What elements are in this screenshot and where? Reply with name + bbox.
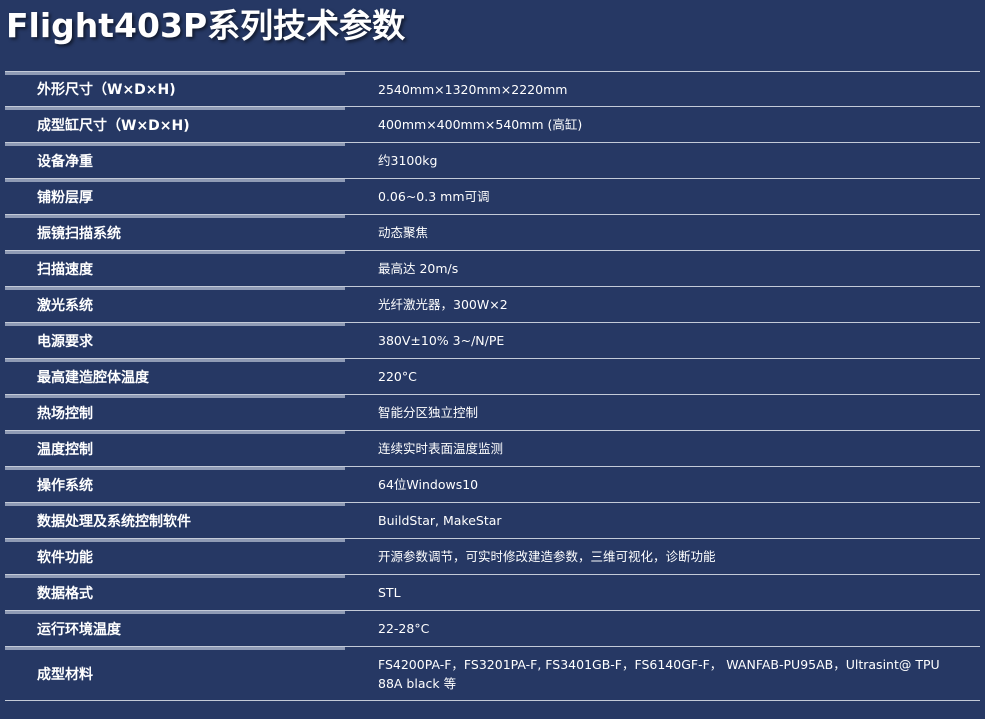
spec-value: 64位Windows10 (378, 477, 479, 492)
spec-label: 成型缸尺寸（W×D×H) (37, 117, 190, 134)
spec-row: 成型材料 FS4200PA-F，FS3201PA-F, FS3401GB-F，F… (5, 647, 980, 701)
page-title: Flight403P系列技术参数 (6, 6, 406, 45)
spec-row: 成型缸尺寸（W×D×H) 400mm×400mm×540mm (高缸) (5, 107, 980, 143)
spec-row: 激光系统 光纤激光器，300W×2 (5, 287, 980, 323)
spec-value: 400mm×400mm×540mm (高缸) (378, 117, 583, 132)
spec-value: FS4200PA-F，FS3201PA-F, FS3401GB-F，FS6140… (378, 656, 940, 691)
spec-value: 22-28°C (378, 621, 430, 636)
spec-value: 动态聚焦 (378, 225, 429, 240)
spec-label: 最高建造腔体温度 (37, 369, 149, 386)
spec-row: 扫描速度 最高达 20m/s (5, 251, 980, 287)
spec-label: 设备净重 (37, 153, 93, 170)
spec-row: 最高建造腔体温度 220°C (5, 359, 980, 395)
spec-value: 光纤激光器，300W×2 (378, 297, 508, 312)
spec-table: 外形尺寸（W×D×H) 2540mm×1320mm×2220mm 成型缸尺寸（W… (5, 71, 980, 701)
spec-value: 最高达 20m/s (378, 261, 459, 276)
spec-row: 热场控制 智能分区独立控制 (5, 395, 980, 431)
spec-value: 0.06~0.3 mm可调 (378, 189, 490, 204)
spec-label: 振镜扫描系统 (37, 225, 121, 242)
spec-row: 振镜扫描系统 动态聚焦 (5, 215, 980, 251)
spec-value: STL (378, 585, 401, 600)
spec-row: 外形尺寸（W×D×H) 2540mm×1320mm×2220mm (5, 71, 980, 107)
spec-label: 外形尺寸（W×D×H) (37, 82, 176, 98)
spec-label: 软件功能 (37, 549, 93, 566)
spec-row: 设备净重 约3100kg (5, 143, 980, 179)
spec-value: 智能分区独立控制 (378, 405, 479, 420)
spec-value: 开源参数调节，可实时修改建造参数，三维可视化，诊断功能 (378, 549, 716, 564)
spec-row: 数据格式 STL (5, 575, 980, 611)
spec-label: 温度控制 (37, 441, 93, 458)
spec-value: BuildStar, MakeStar (378, 513, 502, 528)
spec-value: 220°C (378, 369, 417, 384)
spec-row: 铺粉层厚 0.06~0.3 mm可调 (5, 179, 980, 215)
spec-label: 运行环境温度 (37, 621, 121, 638)
spec-row: 电源要求 380V±10% 3~/N/PE (5, 323, 980, 359)
spec-row: 软件功能 开源参数调节，可实时修改建造参数，三维可视化，诊断功能 (5, 539, 980, 575)
spec-value: 380V±10% 3~/N/PE (378, 333, 505, 348)
spec-row: 操作系统 64位Windows10 (5, 467, 980, 503)
spec-value: 连续实时表面温度监测 (378, 441, 504, 456)
spec-label: 成型材料 (37, 666, 93, 683)
spec-label: 数据格式 (37, 585, 93, 602)
spec-value: 约3100kg (378, 153, 438, 168)
spec-label: 操作系统 (37, 477, 93, 494)
spec-label: 数据处理及系统控制软件 (37, 513, 191, 530)
spec-label: 激光系统 (37, 297, 93, 314)
spec-row: 运行环境温度 22-28°C (5, 611, 980, 647)
spec-label: 扫描速度 (37, 261, 93, 278)
spec-row: 温度控制 连续实时表面温度监测 (5, 431, 980, 467)
spec-label: 热场控制 (37, 405, 93, 422)
spec-row: 数据处理及系统控制软件 BuildStar, MakeStar (5, 503, 980, 539)
spec-label: 电源要求 (37, 333, 93, 350)
spec-value: 2540mm×1320mm×2220mm (378, 81, 568, 97)
spec-label: 铺粉层厚 (37, 189, 93, 206)
